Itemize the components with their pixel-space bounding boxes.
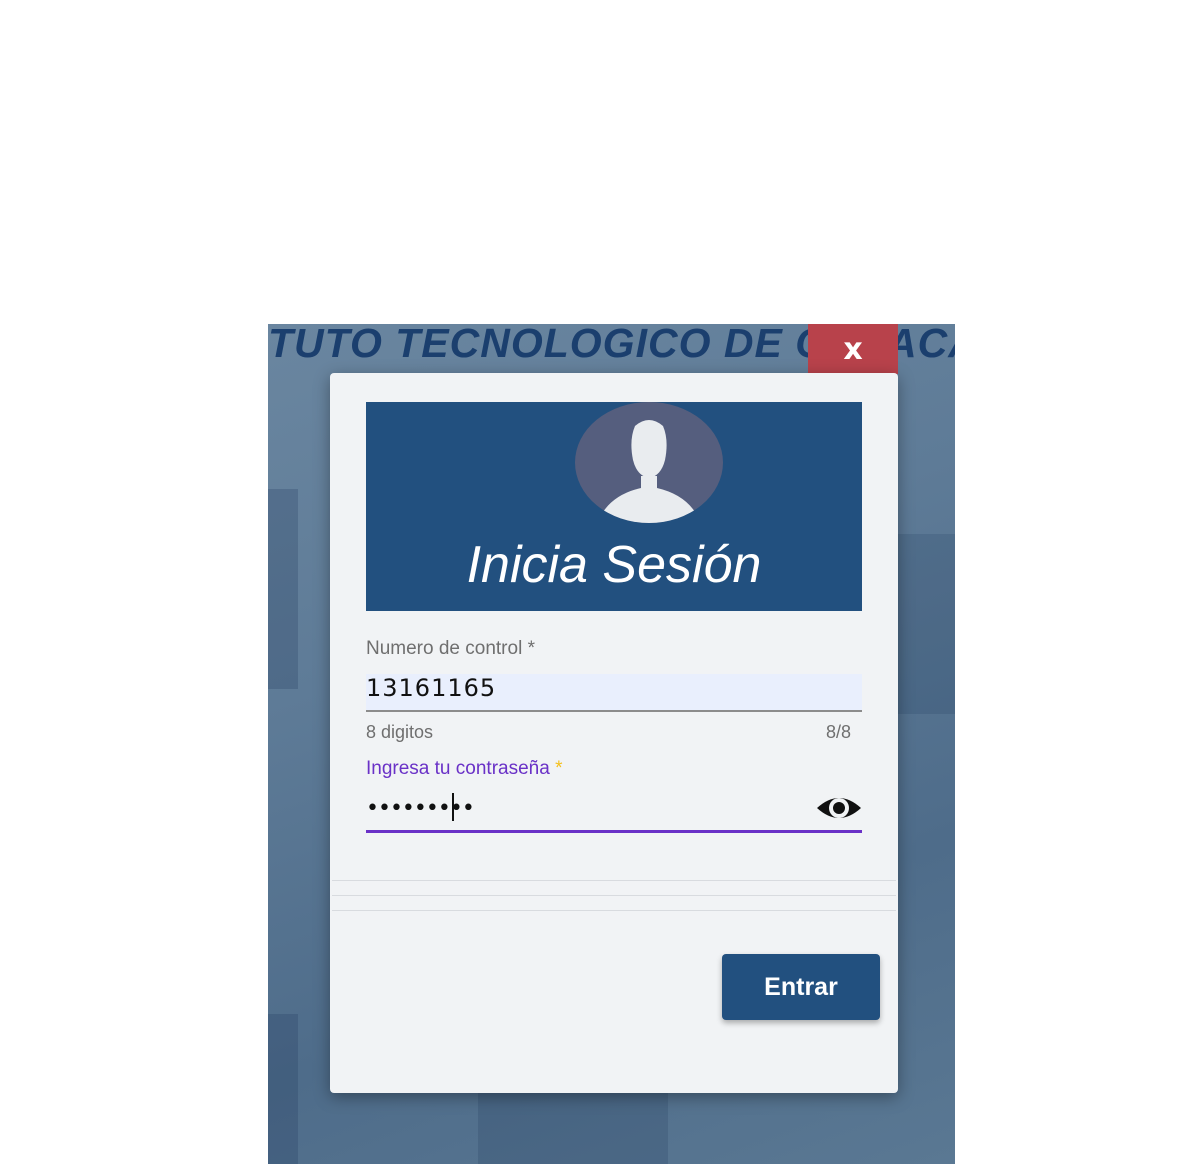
password-label: Ingresa tu contraseña * xyxy=(366,758,562,780)
control-number-value: 13161165 xyxy=(366,674,497,702)
background-shape xyxy=(268,1014,298,1164)
login-dialog: Inicia Sesión Numero de control * 131611… xyxy=(330,373,898,1093)
divider xyxy=(332,895,896,896)
login-header: Inicia Sesión xyxy=(366,402,862,611)
divider xyxy=(332,910,896,911)
login-title: Inicia Sesión xyxy=(466,536,762,594)
user-avatar-icon xyxy=(575,402,723,523)
background-shape xyxy=(268,489,298,689)
control-number-input[interactable]: 13161165 xyxy=(366,674,862,712)
divider xyxy=(332,880,896,881)
control-number-label: Numero de control * xyxy=(366,638,535,659)
required-mark: * xyxy=(555,758,563,779)
control-number-counter: 8/8 xyxy=(826,722,852,742)
text-caret xyxy=(452,793,454,821)
control-number-hint: 8 digitos xyxy=(366,722,434,742)
eye-icon[interactable] xyxy=(816,786,862,832)
password-input[interactable]: ••••••••• xyxy=(366,786,862,833)
background-shape xyxy=(478,1084,668,1164)
password-masked-value: ••••••••• xyxy=(366,796,475,821)
close-button[interactable]: x xyxy=(808,324,898,374)
enter-button[interactable]: Entrar xyxy=(722,954,880,1020)
password-label-text: Ingresa tu contraseña xyxy=(366,758,550,779)
